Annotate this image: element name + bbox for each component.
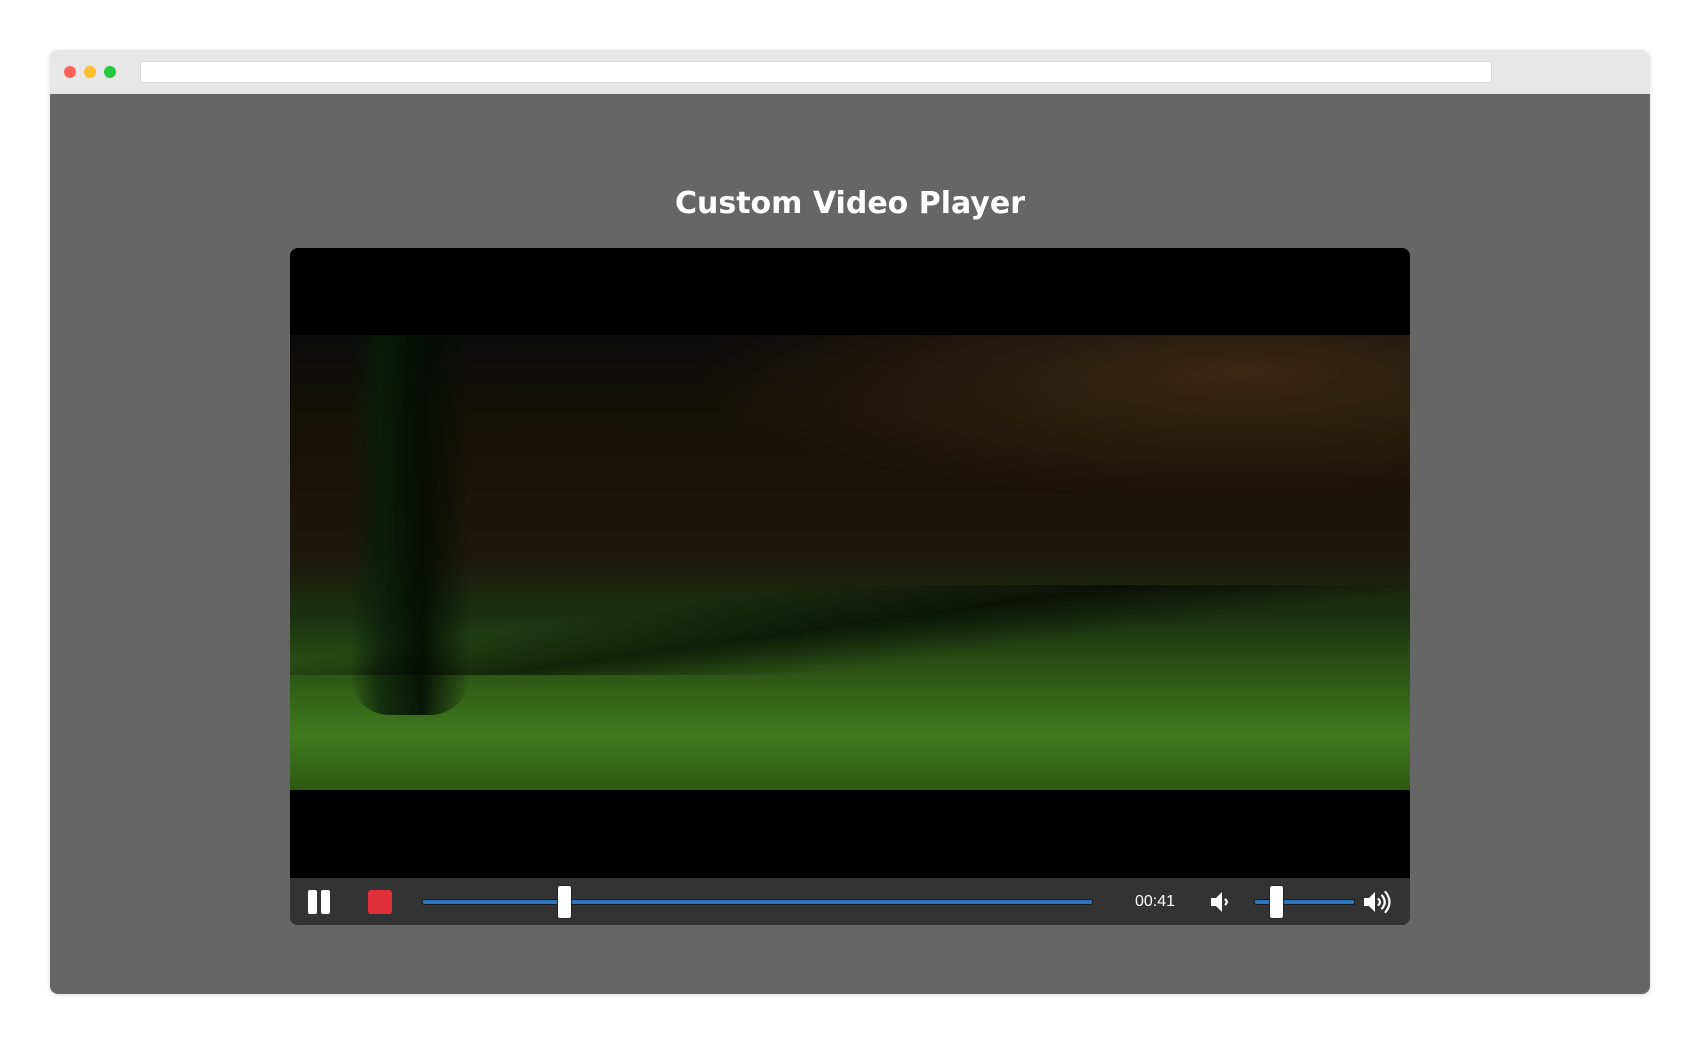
- page-title: Custom Video Player: [674, 186, 1026, 221]
- volume-down-icon: [1211, 892, 1228, 912]
- volume-slider[interactable]: [1254, 885, 1355, 919]
- progress-track[interactable]: [422, 899, 1093, 905]
- progress-slider[interactable]: [422, 885, 1093, 919]
- minimize-window-button[interactable]: [84, 66, 96, 78]
- pause-icon: [308, 890, 317, 914]
- close-window-button[interactable]: [64, 66, 76, 78]
- volume-up-icon: [1364, 890, 1391, 914]
- page-viewport: Custom Video Player 00:41: [50, 94, 1650, 994]
- browser-window: Custom Video Player 00:41: [50, 50, 1650, 994]
- video-player: 00:41: [290, 248, 1410, 925]
- maximize-window-button[interactable]: [104, 66, 116, 78]
- player-controls: 00:41: [290, 878, 1410, 925]
- volume-thumb[interactable]: [1269, 885, 1284, 919]
- browser-toolbar: [50, 50, 1650, 94]
- pause-icon-bar: [321, 890, 330, 914]
- video-frame[interactable]: [290, 335, 1410, 790]
- address-bar[interactable]: [140, 61, 1492, 83]
- volume-down-button[interactable]: [1208, 889, 1234, 915]
- stop-button[interactable]: [368, 890, 392, 914]
- progress-thumb[interactable]: [557, 885, 572, 919]
- pause-button[interactable]: [305, 889, 335, 915]
- current-time: 00:41: [1134, 893, 1176, 910]
- volume-up-button[interactable]: [1362, 889, 1396, 915]
